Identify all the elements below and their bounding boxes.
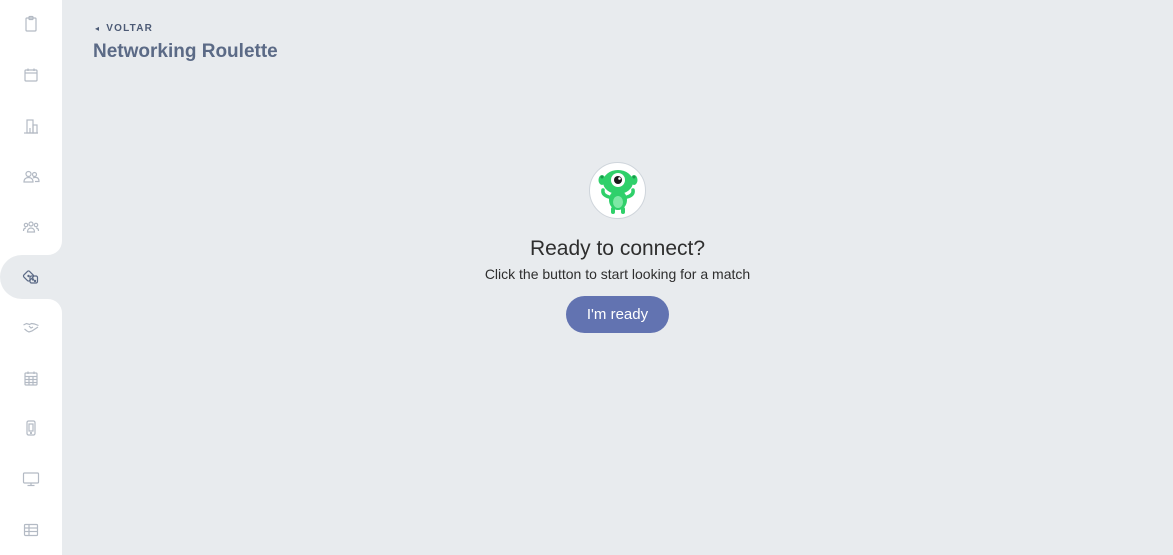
sidebar <box>0 0 62 555</box>
sidebar-item-building[interactable] <box>0 104 62 148</box>
sidebar-item-monitor[interactable] <box>0 457 62 501</box>
dice-icon <box>22 270 39 284</box>
sidebar-item-people[interactable] <box>0 154 62 198</box>
sidebar-item-calendar[interactable] <box>0 53 62 97</box>
app-root: ◂ VOLTAR Networking Roulette Ready to co… <box>0 0 1173 555</box>
sidebar-item-schedule[interactable] <box>0 356 62 400</box>
match-panel: Ready to connect? Click the button to st… <box>62 162 1173 333</box>
sidebar-item-handshake[interactable] <box>0 305 62 349</box>
monitor-icon <box>22 472 40 487</box>
chevron-left-icon: ◂ <box>95 24 101 33</box>
page-title: Networking Roulette <box>93 41 278 62</box>
table-icon <box>23 523 39 537</box>
people-icon <box>23 170 40 183</box>
ready-button[interactable]: I'm ready <box>566 296 669 333</box>
monster-mascot-icon <box>598 169 637 214</box>
handshake-icon <box>23 322 39 333</box>
sidebar-item-mobile[interactable] <box>0 406 62 450</box>
sidebar-item-roulette[interactable] <box>0 255 62 299</box>
sidebar-item-table[interactable] <box>0 508 62 552</box>
subheadline: Click the button to start looking for a … <box>484 266 751 282</box>
building-icon <box>24 119 38 134</box>
back-link[interactable]: ◂ VOLTAR <box>95 23 153 34</box>
schedule-grid-icon <box>24 371 38 386</box>
calendar-icon <box>24 68 38 82</box>
group-icon <box>22 221 40 233</box>
headline: Ready to connect? <box>529 237 706 260</box>
clipboard-icon <box>25 15 37 32</box>
mascot-avatar <box>589 162 646 219</box>
sidebar-item-clipboard[interactable] <box>0 2 62 46</box>
mobile-icon <box>26 420 36 436</box>
back-link-label: VOLTAR <box>106 23 154 34</box>
